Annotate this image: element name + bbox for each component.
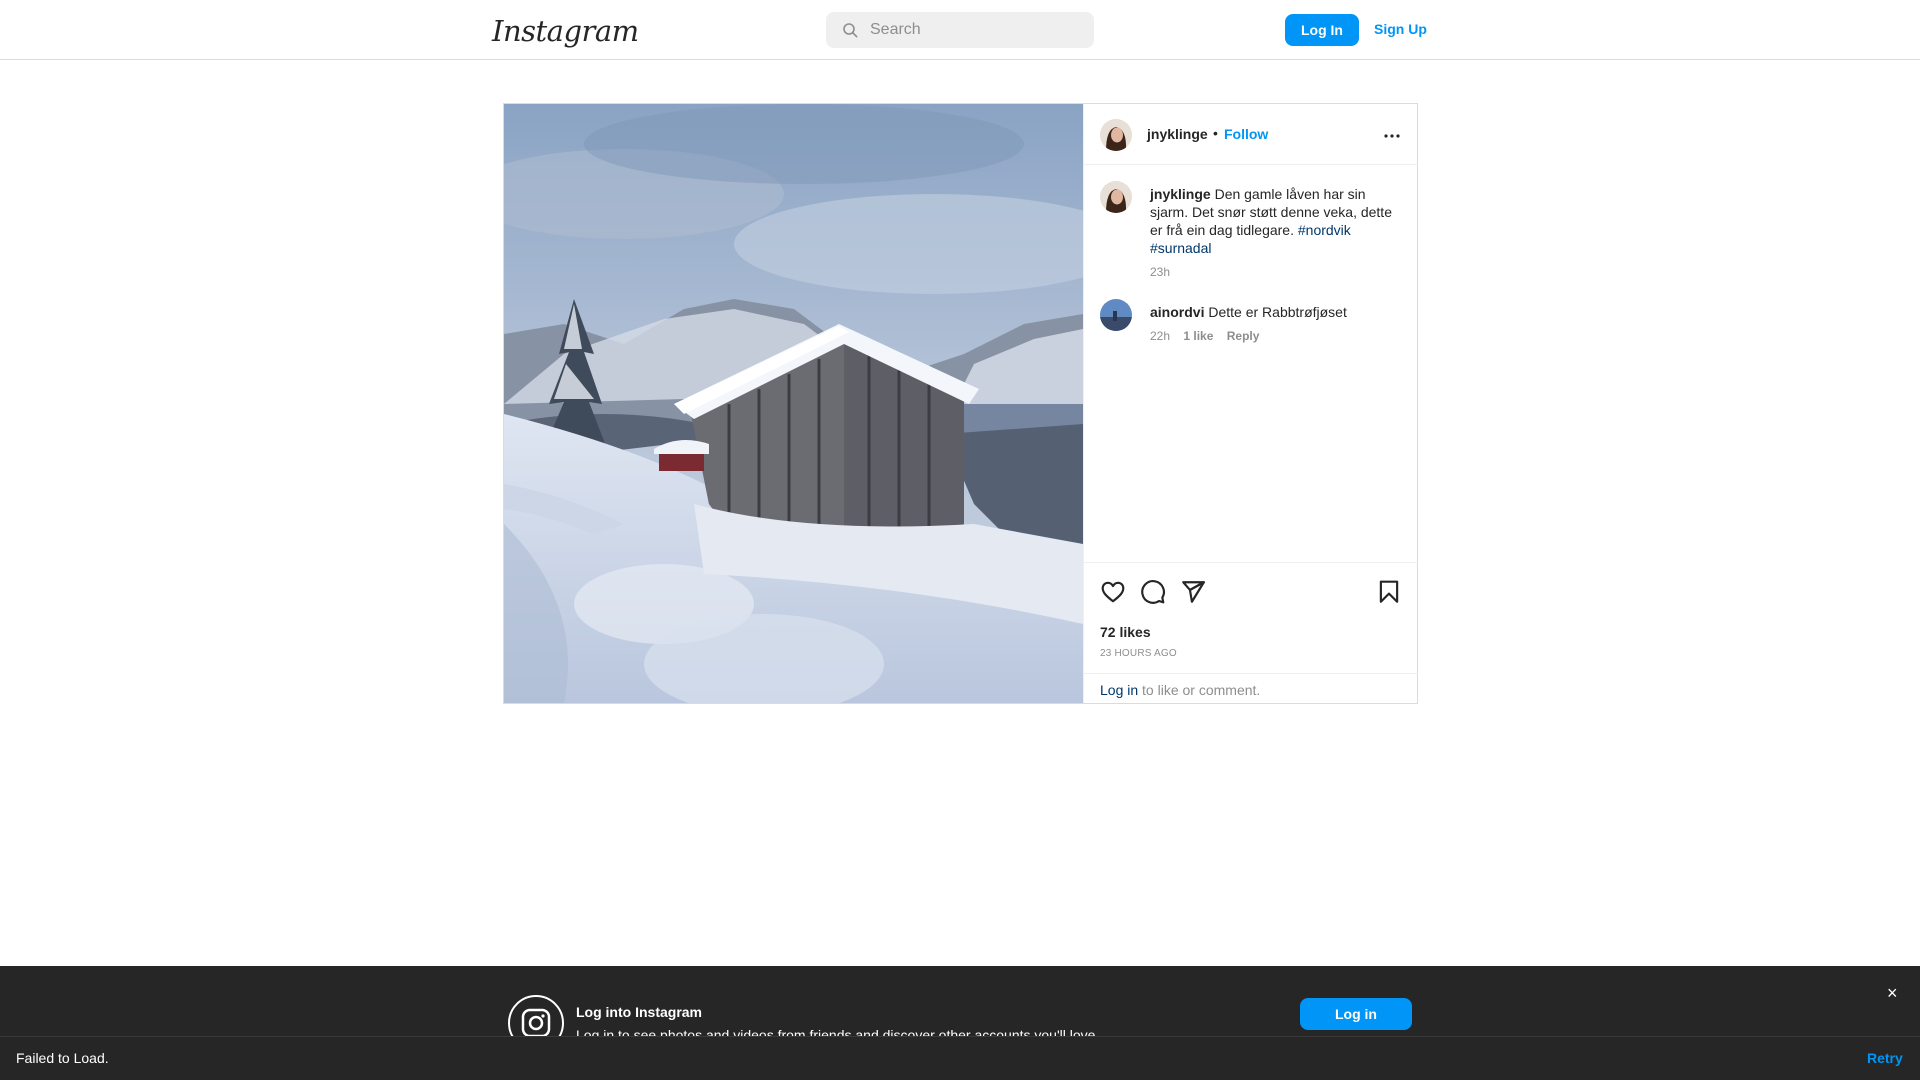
search-box[interactable]: [826, 12, 1094, 48]
instagram-logo[interactable]: Instagram: [492, 14, 639, 48]
author-avatar[interactable]: [1100, 181, 1132, 213]
comment-meta: 22h 1 like Reply: [1150, 329, 1269, 343]
commenter-avatar[interactable]: [1100, 299, 1132, 331]
toast-message: Failed to Load.: [16, 1050, 109, 1066]
post-actions: 72 likes 23 HOURS AGO Log in to like or …: [1084, 562, 1418, 703]
caption-meta: 23h: [1150, 265, 1180, 279]
separator-dot: •: [1213, 125, 1218, 141]
login-button[interactable]: Log In: [1285, 14, 1359, 46]
post-card: jnyklinge • Follow jnyklinge Den gamle l…: [503, 103, 1418, 704]
login-prompt: Log in to like or comment.: [1084, 673, 1418, 704]
search-icon: [843, 23, 858, 38]
post-header: jnyklinge • Follow: [1084, 104, 1418, 165]
search-input[interactable]: [870, 21, 1070, 39]
author-username[interactable]: jnyklinge: [1147, 126, 1208, 142]
post-photo[interactable]: [504, 104, 1083, 703]
hashtag-link[interactable]: #surnadal: [1150, 240, 1212, 256]
more-icon[interactable]: [1380, 124, 1404, 148]
caption-time[interactable]: 23h: [1150, 265, 1170, 279]
banner-title: Log into Instagram: [576, 1004, 702, 1020]
retry-button[interactable]: Retry: [1867, 1050, 1903, 1066]
post-timestamp[interactable]: 23 HOURS AGO: [1100, 648, 1177, 659]
like-count[interactable]: 72 likes: [1100, 624, 1151, 640]
error-toast: Failed to Load. Retry: [0, 1036, 1920, 1080]
login-prompt-text: to like or comment.: [1142, 682, 1261, 698]
comment-username[interactable]: ainordvi: [1150, 304, 1204, 320]
comment-text-block: ainordvi Dette er Rabbtrøfjøset: [1150, 303, 1400, 321]
caption: jnyklinge Den gamle låven har sin sjarm.…: [1084, 181, 1418, 281]
comment-icon[interactable]: [1140, 579, 1166, 605]
follow-button[interactable]: Follow: [1224, 126, 1268, 142]
post-sidebar: jnyklinge • Follow jnyklinge Den gamle l…: [1083, 104, 1418, 703]
bookmark-icon[interactable]: [1376, 579, 1402, 605]
caption-username[interactable]: jnyklinge: [1150, 186, 1211, 202]
login-link[interactable]: Log in: [1100, 682, 1138, 698]
comment-item: ainordvi Dette er Rabbtrøfjøset 22h 1 li…: [1084, 299, 1418, 349]
close-icon[interactable]: ×: [1887, 983, 1898, 1004]
comment-likes[interactable]: 1 like: [1183, 329, 1213, 343]
banner-login-button[interactable]: Log in: [1300, 998, 1412, 1030]
comment-text: Dette er Rabbtrøfjøset: [1208, 304, 1347, 320]
heart-icon[interactable]: [1100, 579, 1126, 605]
comment-time[interactable]: 22h: [1150, 329, 1170, 343]
top-navigation: Instagram Log In Sign Up: [0, 0, 1920, 60]
share-icon[interactable]: [1180, 579, 1206, 605]
author-avatar[interactable]: [1100, 119, 1132, 151]
signup-link[interactable]: Sign Up: [1374, 21, 1427, 37]
reply-button[interactable]: Reply: [1227, 329, 1260, 343]
hashtag-link[interactable]: #nordvik: [1298, 222, 1351, 238]
caption-text-block: jnyklinge Den gamle låven har sin sjarm.…: [1150, 185, 1400, 257]
